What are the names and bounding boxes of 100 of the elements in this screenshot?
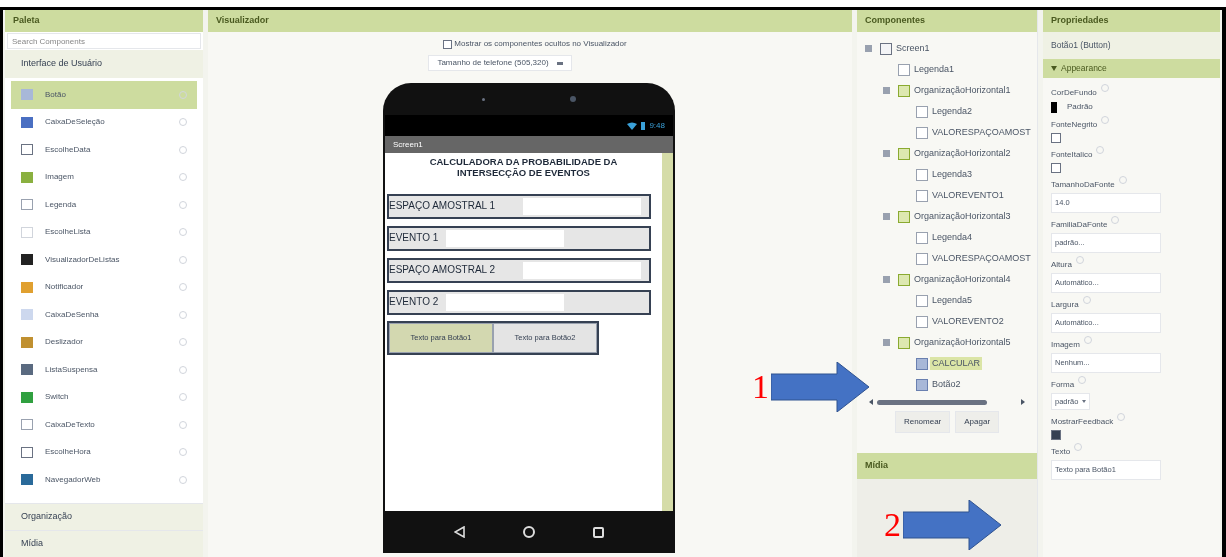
panel-title: Visualizador xyxy=(208,10,852,32)
palette-item[interactable]: CaixaDeSeleção xyxy=(11,108,197,136)
checkbox[interactable] xyxy=(443,39,453,49)
component-icon xyxy=(21,254,33,266)
tree-item[interactable]: Legenda5 xyxy=(930,293,975,308)
tree-item[interactable]: Legenda2 xyxy=(930,104,975,119)
screen-icon xyxy=(880,42,892,55)
category-header[interactable]: Mídia xyxy=(5,530,203,557)
search-field[interactable]: Search Components xyxy=(7,33,201,49)
app-heading: CALCULADORA DA PROBABILIDADE DA INTERSECÇÃO DE EVENTOS xyxy=(428,155,619,178)
palette-item[interactable]: Notificador xyxy=(11,273,197,301)
palette-item[interactable]: Deslizador xyxy=(11,328,197,356)
palette-item[interactable]: CaixaDeTexto xyxy=(11,411,197,439)
battery-icon xyxy=(641,121,646,130)
property-label: CorDeFundo xyxy=(1051,87,1097,99)
home-icon[interactable] xyxy=(523,526,535,538)
input-field[interactable] xyxy=(523,198,641,215)
arrangement-icon xyxy=(898,336,910,349)
property-label: Largura xyxy=(1051,299,1079,311)
component-icon xyxy=(21,446,33,458)
property-value: Padrão xyxy=(1067,101,1093,113)
palette-item[interactable]: Imagem xyxy=(11,163,197,191)
tree-item[interactable]: VALORESPAÇOAMOST xyxy=(930,125,1033,140)
property-label: Texto xyxy=(1051,446,1071,458)
component-icon xyxy=(21,391,33,403)
field-label: ESPAÇO AMOSTRAL 2 xyxy=(389,263,496,277)
palette-item[interactable]: CaixaDeSenha xyxy=(11,301,197,329)
checkbox-label: Mostrar os componentes ocultos no Visualizador xyxy=(454,38,627,50)
input-field[interactable] xyxy=(523,262,641,279)
property-label: FonteItalico xyxy=(1051,149,1093,161)
property-label: TamanhoDaFonte xyxy=(1051,179,1115,191)
arrangement-icon xyxy=(898,273,910,286)
component-icon xyxy=(21,89,33,101)
property-label: FamiliaDaFonte xyxy=(1051,219,1108,231)
palette-item[interactable]: NavegadorWeb xyxy=(11,466,197,494)
textbox-icon xyxy=(916,126,928,139)
component-icon xyxy=(21,336,33,348)
scroll-right-icon[interactable] xyxy=(1021,399,1025,405)
component-icon xyxy=(21,309,33,321)
annotation-number: 2 xyxy=(884,508,901,542)
collapse-icon[interactable] xyxy=(1051,66,1057,71)
panel-button[interactable]: Renomear xyxy=(894,411,951,433)
property-label: Imagem xyxy=(1051,339,1080,351)
caret-icon xyxy=(556,61,563,65)
tree-item[interactable]: Legenda4 xyxy=(930,230,975,245)
scroll-left-icon[interactable] xyxy=(869,399,873,405)
color-swatch[interactable] xyxy=(1051,101,1057,113)
panel-title: Propriedades xyxy=(1043,10,1220,32)
tree-item[interactable]: OrganizaçãoHorizontal5 xyxy=(912,335,1013,350)
input-field[interactable] xyxy=(446,294,565,311)
button-icon xyxy=(916,378,928,391)
tree-item[interactable]: Legenda3 xyxy=(930,167,975,182)
tree-item[interactable]: VALOREVENTO1 xyxy=(930,188,1006,203)
component-icon xyxy=(21,281,33,293)
tree-item[interactable]: OrganizaçãoHorizontal1 xyxy=(912,83,1013,98)
palette-item[interactable]: Switch xyxy=(11,383,197,411)
tree-item[interactable]: OrganizaçãoHorizontal4 xyxy=(912,272,1013,287)
property-label: MostrarFeedback xyxy=(1051,416,1114,428)
back-icon[interactable] xyxy=(454,526,465,538)
palette-item[interactable]: EscolheHora xyxy=(11,438,197,466)
camera-icon xyxy=(570,96,576,102)
tree-item[interactable]: OrganizaçãoHorizontal3 xyxy=(912,209,1013,224)
panel-button[interactable]: Apagar xyxy=(955,411,1000,433)
tree-item[interactable]: Legenda1 xyxy=(912,62,957,77)
category-header[interactable]: Interface de Usuário xyxy=(5,50,203,78)
tree-item[interactable]: Screen1 xyxy=(894,41,932,56)
tree-item[interactable]: Botão2 xyxy=(930,377,963,392)
scrollbar-thumb[interactable] xyxy=(877,399,987,405)
component-icon xyxy=(21,364,33,376)
component-icon xyxy=(21,226,33,238)
tree-item[interactable]: CALCULAR xyxy=(930,356,982,371)
label-icon xyxy=(916,105,928,118)
palette-item[interactable]: VisualizadorDeListas xyxy=(11,246,197,274)
tree-item[interactable]: VALORESPAÇOAMOST xyxy=(930,251,1033,266)
tree-item[interactable]: VALOREVENTO2 xyxy=(930,314,1006,329)
size-dropdown[interactable]: Tamanho de telefone (505,320) xyxy=(428,55,572,71)
palette-item[interactable]: EscolheData xyxy=(11,136,197,164)
component-icon xyxy=(21,171,33,183)
palette-item[interactable]: Botão xyxy=(11,81,197,109)
palette-item[interactable]: ListaSuspensa xyxy=(11,356,197,384)
annotation-number: 1 xyxy=(752,370,769,404)
recent-apps-icon[interactable] xyxy=(593,526,604,538)
category-header[interactable]: Organização xyxy=(5,503,203,530)
field-label: EVENTO 2 xyxy=(389,295,439,309)
input-field[interactable] xyxy=(446,230,565,247)
panel-title: Componentes xyxy=(857,10,1037,32)
component-icon xyxy=(21,419,33,431)
property-label: Altura xyxy=(1051,259,1072,271)
checkbox[interactable] xyxy=(1051,163,1061,173)
checkbox[interactable] xyxy=(1051,430,1061,440)
palette-item[interactable]: Legenda xyxy=(11,191,197,219)
palette-item[interactable]: EscolheLista xyxy=(11,218,197,246)
component-name: Botão1 (Button) xyxy=(1043,32,1220,59)
speaker-icon xyxy=(482,97,485,101)
checkbox[interactable] xyxy=(1051,133,1061,143)
arrangement-icon xyxy=(898,84,910,97)
panel-title: Paleta xyxy=(5,10,203,32)
tree-item[interactable]: OrganizaçãoHorizontal2 xyxy=(912,146,1013,161)
group-header[interactable]: Appearance xyxy=(1043,59,1220,78)
label-icon xyxy=(916,168,928,181)
